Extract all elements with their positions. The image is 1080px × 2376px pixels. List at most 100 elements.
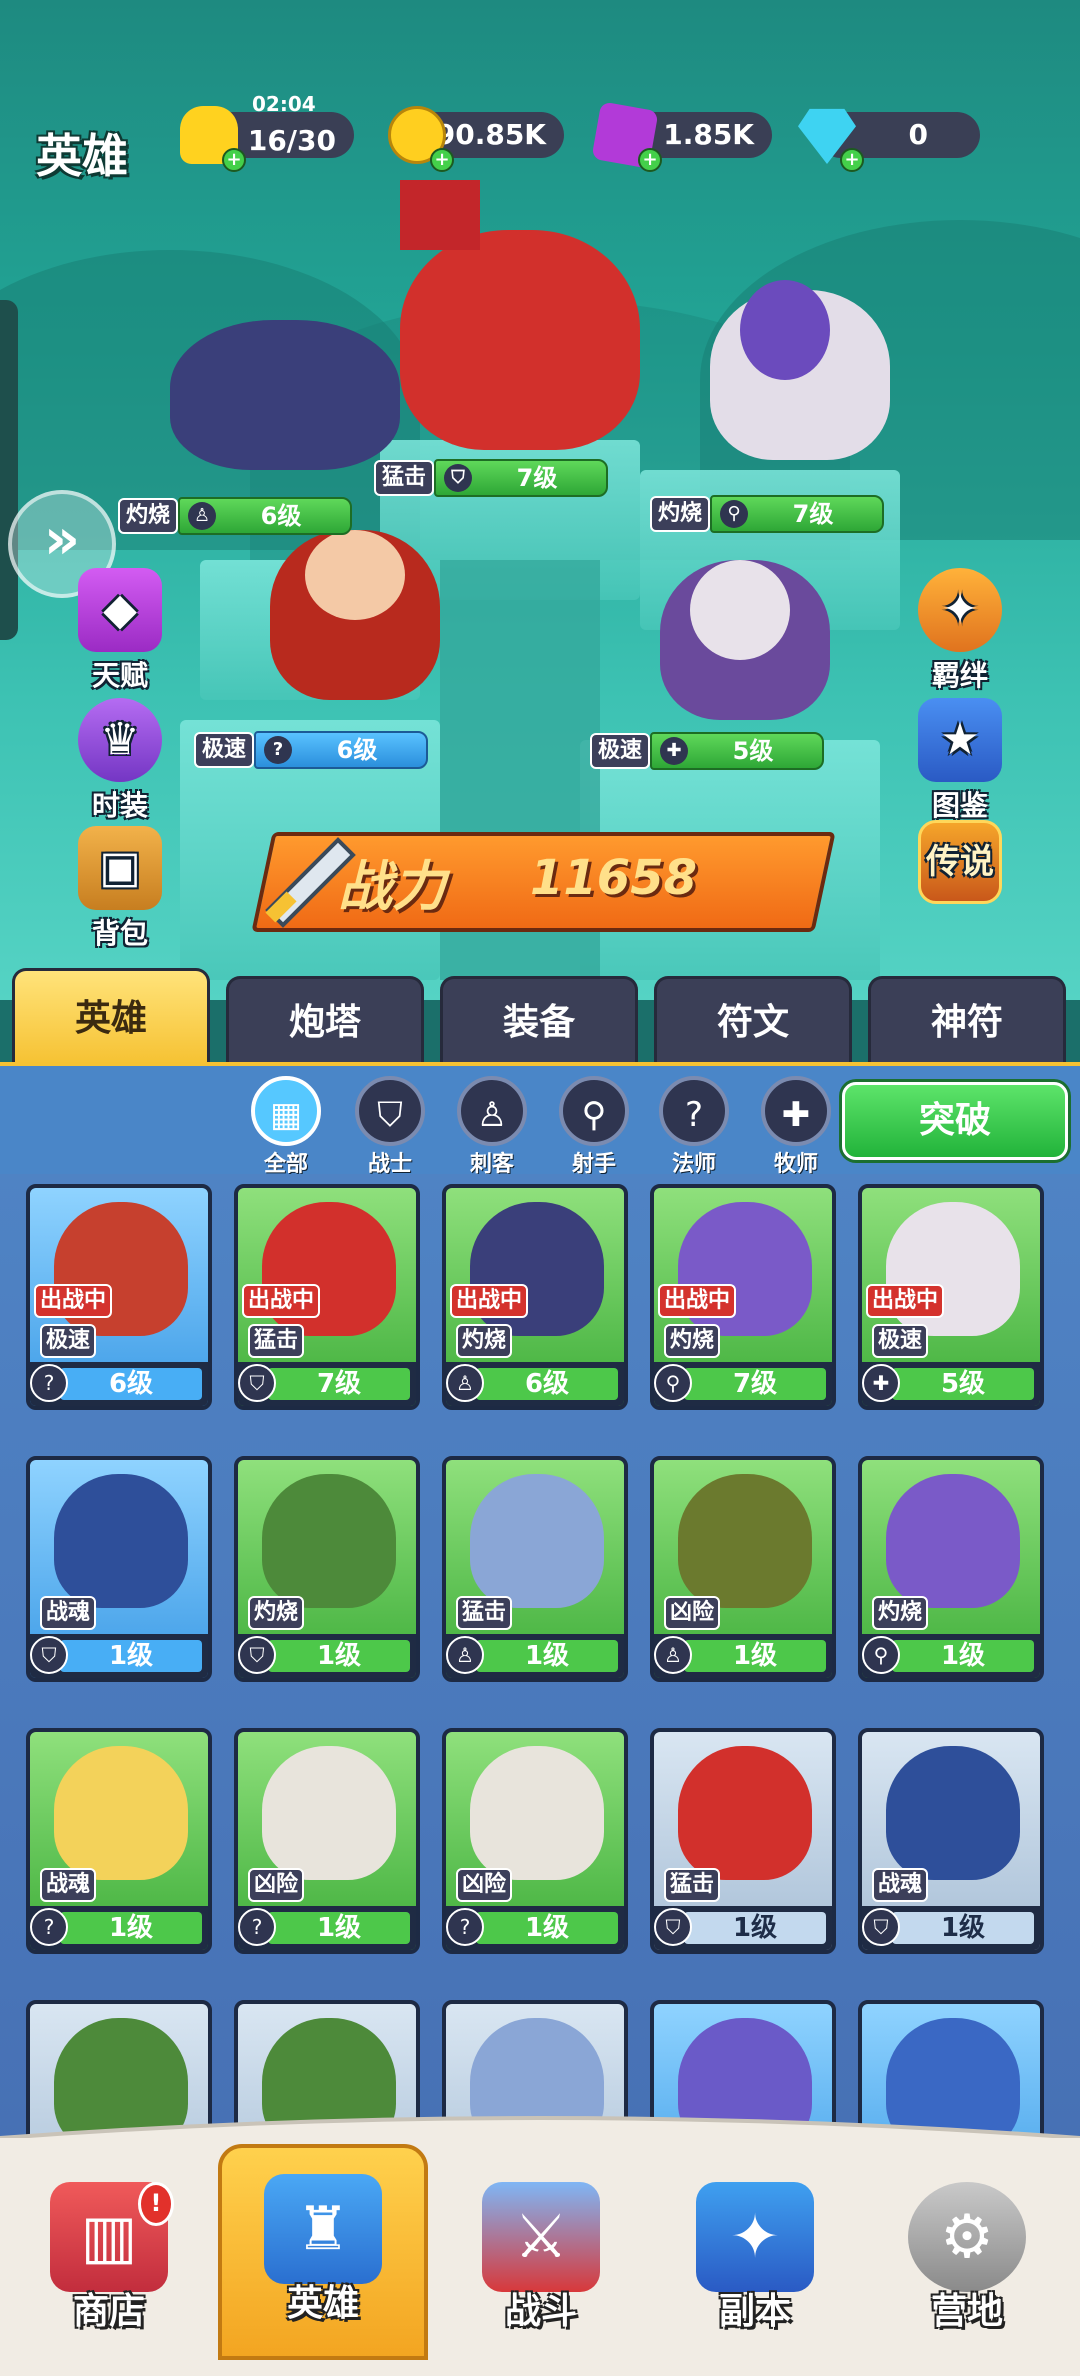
- nav-hero[interactable]: ♜ 英雄: [218, 2144, 428, 2360]
- bond-icon: ✦: [918, 568, 1002, 652]
- level-bar: 1级 ⛉: [238, 1634, 416, 1678]
- level-bar: 5级 ✚: [862, 1362, 1040, 1406]
- tab-hero[interactable]: 英雄: [12, 968, 210, 1064]
- sidebar-handle[interactable]: [0, 300, 18, 640]
- fire-elf-mage-head: [305, 530, 405, 620]
- bow-icon: ⚲: [559, 1076, 629, 1146]
- deployed-badge: 出战中: [866, 1284, 945, 1318]
- tab-turret[interactable]: 炮塔: [226, 976, 424, 1064]
- hero-level: 7级: [268, 1368, 410, 1400]
- deployed-badge: 出战中: [658, 1284, 737, 1318]
- costume-button[interactable]: ♛ 时装: [60, 698, 180, 824]
- hero-card[interactable]: 战魂 1级?: [26, 1728, 212, 1954]
- mage-icon: ?: [446, 1908, 484, 1946]
- breakthrough-button[interactable]: 突破: [842, 1082, 1068, 1160]
- hero-card[interactable]: 出战中 灼烧 6级 ♙: [442, 1184, 628, 1410]
- filter-all[interactable]: ▦ 全部: [246, 1076, 326, 1178]
- hero-card[interactable]: 出战中 灼烧 7级 ⚲: [650, 1184, 836, 1410]
- add-gem-icon[interactable]: +: [638, 148, 662, 172]
- legend-button[interactable]: 传说: [900, 820, 1020, 906]
- bond-label: 羁绊: [931, 659, 988, 692]
- filter-archer[interactable]: ⚲ 射手: [554, 1076, 634, 1178]
- hero-level: 6级: [60, 1368, 202, 1400]
- mage-icon: ?: [30, 1364, 68, 1402]
- tab-equipment[interactable]: 装备: [440, 976, 638, 1064]
- nav-dungeon[interactable]: ✦ 副本: [650, 2160, 860, 2376]
- hero-card[interactable]: 出战中 极速 5级 ✚: [858, 1184, 1044, 1410]
- hero-level: 1级: [476, 1912, 618, 1944]
- costume-icon: ♛: [78, 698, 162, 782]
- hero-level: 1级: [268, 1640, 410, 1672]
- nav-camp[interactable]: ⚙ 营地: [862, 2160, 1072, 2376]
- winged-knight-portrait: [678, 1474, 812, 1608]
- add-gold-icon[interactable]: +: [430, 148, 454, 172]
- hero-card[interactable]: 出战中 极速 6级?: [26, 1184, 212, 1410]
- hero-card[interactable]: 凶险 1级?: [234, 1728, 420, 1954]
- gold-bar[interactable]: + 90.85K: [388, 106, 564, 172]
- category-tabs: 英雄 炮塔 装备 符文 神符: [0, 968, 1080, 1064]
- nav-label: 营地: [930, 2291, 1003, 2332]
- skill-badge: 极速: [194, 732, 255, 768]
- diamond-bar[interactable]: + 0: [798, 108, 980, 172]
- diamond-value: 0: [908, 118, 928, 151]
- pirate-captain-portrait: [886, 1746, 1020, 1880]
- mage-icon: ?: [30, 1908, 68, 1946]
- hero-card[interactable]: 凶险 1级 ♙: [650, 1456, 836, 1682]
- tab-divine-rune[interactable]: 神符: [868, 976, 1066, 1064]
- grid-icon: ▦: [251, 1076, 321, 1146]
- hero-card[interactable]: 出战中 猛击 7级 ⛉: [234, 1184, 420, 1410]
- gem-bar[interactable]: + 1.85K: [591, 101, 772, 172]
- hero-card[interactable]: 猛击 1级 ⛉: [650, 1728, 836, 1954]
- bond-button[interactable]: ✦ 羁绊: [900, 568, 1020, 694]
- level-bar: 1级 ⛉: [862, 1906, 1040, 1950]
- hero-level: 6级: [476, 1368, 618, 1400]
- filter-priest[interactable]: ✚ 牧师: [756, 1076, 836, 1178]
- stamina-value: 16/30: [247, 124, 336, 157]
- backpack-button[interactable]: ▣ 背包: [60, 826, 180, 952]
- priest-icon: ✚: [660, 737, 689, 765]
- skill-badge: 凶险: [248, 1868, 305, 1902]
- red-ogre-hero[interactable]: [400, 230, 640, 450]
- hero-card[interactable]: 猛击 1级 ♙: [442, 1456, 628, 1682]
- cross-icon: ✚: [761, 1076, 831, 1146]
- codex-button[interactable]: ★ 图鉴: [900, 698, 1020, 824]
- goblin-scythe-portrait: [262, 1474, 396, 1608]
- level-bar: 1级?: [30, 1906, 208, 1950]
- hero-card[interactable]: 战魂 1级 ⛉: [858, 1728, 1044, 1954]
- filter-assassin[interactable]: ♙ 刺客: [452, 1076, 532, 1178]
- backpack-icon: ▣: [78, 826, 162, 910]
- hero-level: 1级: [476, 1640, 618, 1672]
- filter-warrior[interactable]: ⛉ 战士: [350, 1076, 430, 1178]
- hero-card[interactable]: 战魂 1级 ⛉: [26, 1456, 212, 1682]
- filter-mage[interactable]: ? 法师: [654, 1076, 734, 1178]
- assassin-icon: ♙: [188, 502, 217, 530]
- add-diamond-icon[interactable]: +: [840, 148, 864, 172]
- hero-level: 6级: [336, 736, 378, 764]
- dark-beast-hero[interactable]: [170, 320, 400, 470]
- hero-card[interactable]: 灼烧 1级 ⚲: [858, 1456, 1044, 1682]
- hero-level: 1级: [892, 1640, 1034, 1672]
- nav-label: 英雄: [286, 2283, 359, 2324]
- tab-rune[interactable]: 符文: [654, 976, 852, 1064]
- skill-badge: 极速: [40, 1324, 97, 1358]
- hero-level: 1级: [60, 1640, 202, 1672]
- hero-card-grid: 出战中极速 6级? 出战中 猛击 7级 ⛉ 出战中 灼烧 6级 ♙ 出战中 灼烧 7级 ⚲ 出战中 极速 5级 ✚…: [0, 1174, 1080, 2234]
- page-title: 英雄: [36, 129, 128, 183]
- lineup-tag: 灼烧 ⚲ 7级: [650, 495, 885, 533]
- warrior-icon: ⛉: [238, 1364, 276, 1402]
- talent-icon: ◆: [78, 568, 162, 652]
- nav-shop[interactable]: ▥ ! 商店: [4, 2160, 214, 2376]
- add-stamina-icon[interactable]: +: [222, 148, 246, 172]
- hero-card[interactable]: 凶险 1级?: [442, 1728, 628, 1954]
- hero-card[interactable]: 灼烧 1级 ⛉: [234, 1456, 420, 1682]
- priest-icon: ✚: [862, 1364, 900, 1402]
- stamina-bar[interactable]: + 02:04 16/30: [180, 92, 354, 172]
- lineup-tag: 极速 ✚ 5级: [590, 732, 825, 770]
- nav-battle[interactable]: ⚔ 战斗: [436, 2160, 646, 2376]
- level-bar: 6级?: [30, 1362, 208, 1406]
- talent-button[interactable]: ◆ 天赋: [60, 568, 180, 694]
- blue-troll-portrait: [470, 1474, 604, 1608]
- archer-icon: ⚲: [862, 1636, 900, 1674]
- level-bar: 1级?: [446, 1906, 624, 1950]
- level-bar: 1级 ♙: [654, 1634, 832, 1678]
